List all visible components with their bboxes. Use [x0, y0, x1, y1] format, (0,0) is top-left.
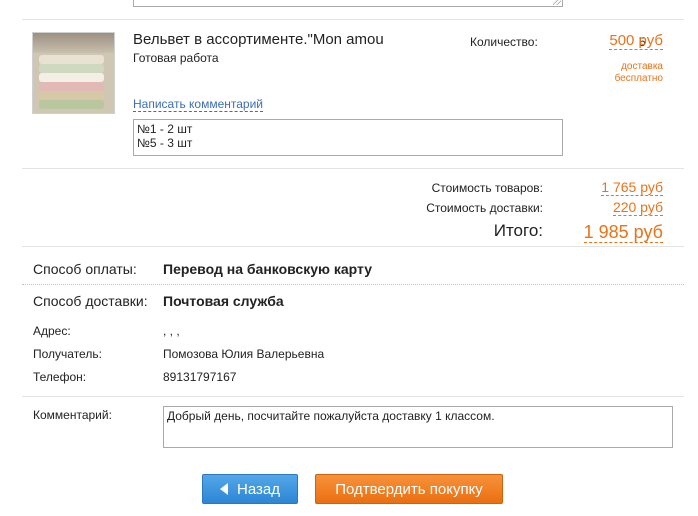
delivery-cost-value: 220 руб — [612, 199, 663, 216]
confirm-purchase-button[interactable]: Подтвердить покупку — [315, 474, 503, 504]
goods-cost-label: Стоимость товаров: — [431, 181, 543, 195]
back-button-label: Назад — [237, 480, 280, 498]
delivery-cost-label: Стоимость доставки: — [426, 201, 543, 215]
item-comment-field[interactable]: №1 - 2 шт №5 - 3 шт — [133, 119, 563, 156]
delivery-free-note: доставка бесплатно — [583, 61, 663, 85]
quantity: Количество: 5 — [470, 35, 646, 49]
recipient-value: Помозова Юлия Валерьевна — [163, 347, 325, 361]
product-subtitle: Готовая работа — [133, 51, 219, 65]
product-thumbnail[interactable] — [32, 32, 115, 114]
write-comment-link[interactable]: Написать комментарий — [133, 97, 264, 112]
recipient-label: Получатель: — [33, 347, 102, 361]
items-divider — [22, 168, 684, 169]
arrow-left-icon — [220, 483, 228, 495]
order-comment-field[interactable]: Добрый день, посчитайте пожалуйста доста… — [163, 406, 673, 448]
back-button[interactable]: Назад — [202, 474, 298, 504]
product-title[interactable]: Вельвет в ассортименте."Mon amour" — [133, 31, 383, 48]
total-value: 1 985 руб — [583, 222, 663, 243]
shipping-divider — [22, 396, 684, 397]
quantity-label: Количество: — [470, 35, 538, 49]
item-price: 500 руб — [609, 32, 663, 50]
payment-method-label: Способ оплаты: — [33, 261, 137, 277]
address-value: , , , — [163, 324, 180, 338]
phone-value: 89131797167 — [163, 370, 237, 384]
previous-item-comment-field[interactable] — [133, 0, 563, 7]
resize-grip-icon[interactable] — [553, 0, 561, 5]
shipping-method-label: Способ доставки: — [33, 293, 148, 309]
totals-divider — [22, 246, 684, 247]
confirm-button-label: Подтвердить покупку — [335, 480, 483, 498]
shipping-method-value: Почтовая служба — [163, 293, 284, 309]
payment-method-value: Перевод на банковскую карту — [163, 261, 372, 277]
item-divider — [22, 19, 684, 20]
delivery-free-line2: бесплатно — [614, 73, 663, 84]
comment-label: Комментарий: — [33, 408, 112, 422]
payment-divider — [22, 284, 684, 285]
address-label: Адрес: — [33, 324, 71, 338]
total-label: Итого: — [493, 221, 543, 240]
phone-label: Телефон: — [33, 370, 87, 384]
goods-cost-value: 1 765 руб — [601, 179, 663, 196]
delivery-free-line1: доставка — [621, 61, 663, 72]
